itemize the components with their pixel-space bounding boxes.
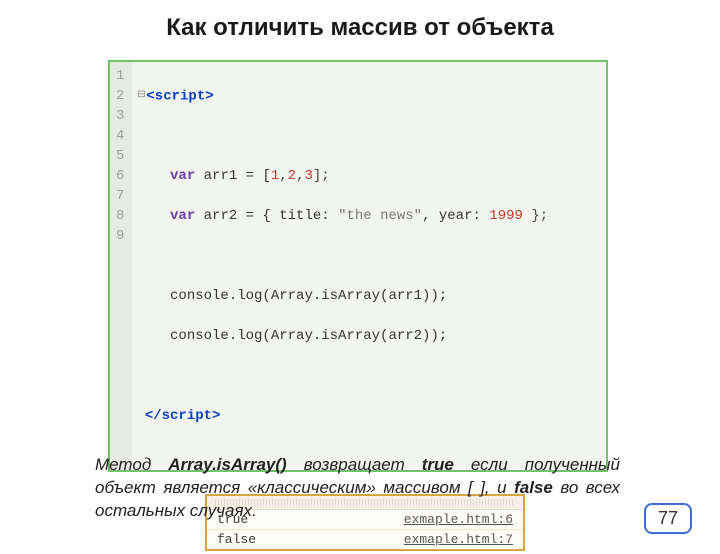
fold-icon: ⊟ [136,86,146,106]
code-token: , year: [422,208,489,224]
code-token: var [170,168,195,184]
line-number: 5 [116,146,124,166]
code-token: arr1 = [ [195,168,271,184]
code-token: 1999 [489,208,523,224]
slide-title: Как отличить массив от объекта [0,14,720,42]
code-token: <script> [146,89,213,105]
code-token: var [170,208,195,224]
line-number: 3 [116,106,124,126]
code-token: , [279,168,287,184]
para-method: Array.isArray() [168,455,286,474]
line-number: 8 [116,206,124,226]
code-token: </script> [145,408,221,424]
code-token: }; [523,208,548,224]
code-token: console.log(Array.isArray(arr1)); [170,288,447,304]
code-token: console.log(Array.isArray(arr2)); [170,328,447,344]
code-token: 1 [271,168,279,184]
explanation-paragraph: Метод Array.isArray() возвращает true ес… [95,453,620,522]
para-false: false [514,478,553,497]
code-content: ⊟<script> var arr1 = [1,2,3]; var arr2 =… [132,62,558,470]
line-number: 7 [116,186,124,206]
para-text: возвращает [287,455,422,474]
code-token: "the news" [338,208,422,224]
para-true: true [422,455,454,474]
page-number-badge: 77 [644,503,692,534]
line-number: 4 [116,126,124,146]
code-token: 3 [304,168,312,184]
code-token: arr2 = { title: [195,208,338,224]
code-block: 1 2 3 4 5 6 7 8 9 ⊟<script> var arr1 = [… [108,60,608,472]
code-token: ]; [313,168,330,184]
line-number: 9 [116,226,124,246]
line-number: 2 [116,86,124,106]
para-text: Метод [95,455,168,474]
line-number-gutter: 1 2 3 4 5 6 7 8 9 [110,62,132,470]
code-token: 2 [288,168,296,184]
line-number: 6 [116,166,124,186]
line-number: 1 [116,66,124,86]
